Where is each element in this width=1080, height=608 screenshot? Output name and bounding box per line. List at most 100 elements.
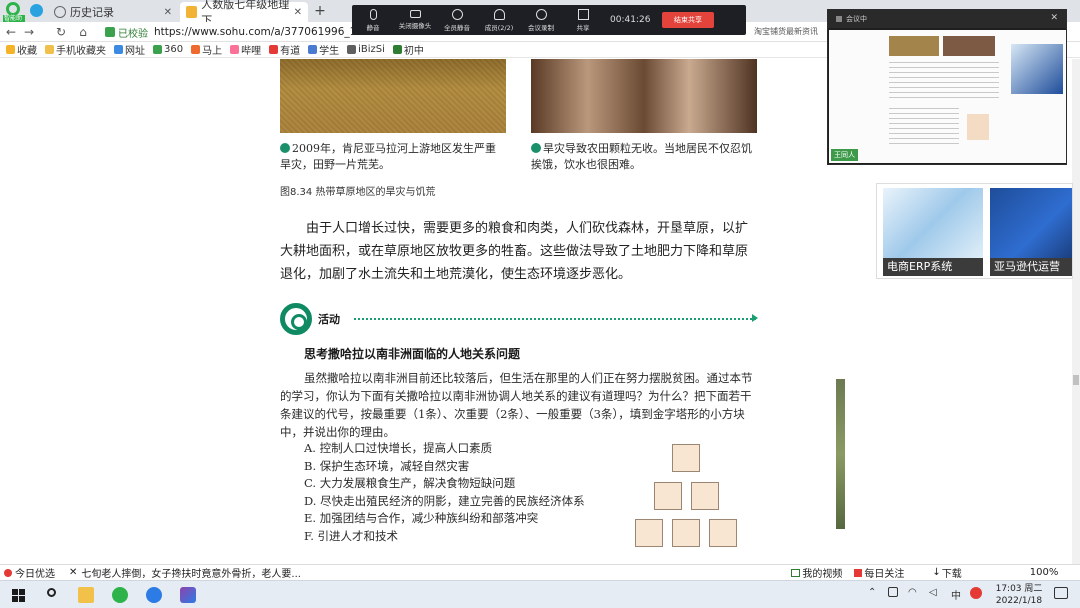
windows-taskbar: ⌃ ◠ ◁ 中 17:03 周二 2022/1/18 <box>0 580 1080 608</box>
video-icon <box>791 568 801 577</box>
shared-screen-preview: 王同人 <box>829 30 1066 163</box>
microphone-icon <box>369 8 377 20</box>
tab-history[interactable]: 历史记录 ✕ <box>48 2 178 22</box>
meeting-toolbar: 静音 关闭摄像头 全员静音 成员(2/2) 会议录制 共享 00:41:26 结… <box>352 5 746 35</box>
close-icon[interactable]: ✕ <box>294 7 302 18</box>
camera-button[interactable]: 关闭摄像头 <box>394 5 436 35</box>
site-icon <box>230 45 240 54</box>
meeting-timer: 00:41:26 <box>610 15 651 25</box>
ad-panel: 电商ERP系统 亚马逊代运营 <box>876 183 1073 279</box>
record-icon <box>535 8 547 20</box>
history-icon <box>54 6 66 18</box>
app-icon[interactable] <box>180 587 196 603</box>
search-icon[interactable] <box>44 587 60 603</box>
list-item: A. 控制人口过快增长，提高人口素质 <box>304 441 493 455</box>
telegram-icon[interactable] <box>30 4 43 17</box>
bookmark-item[interactable]: 有道 <box>269 42 300 57</box>
chevron-up-icon[interactable]: ⌃ <box>868 587 876 598</box>
globe-icon <box>114 45 123 54</box>
bookmark-item[interactable]: iBizSi <box>347 44 385 55</box>
news-headline[interactable]: 七旬老人摔倒，女子搀扶时竟意外骨折，老人要... <box>81 565 681 580</box>
caption-left: 2009年，肯尼亚马拉河上游地区发生严重旱灾，田野一片荒芜。 <box>280 142 496 171</box>
pyramid-box <box>709 519 737 547</box>
screen: 智能助手 历史记录 ✕ 人数版七年级地理下 ✕ + ← → ↻ ⌂ 已校验 ht… <box>0 0 1080 608</box>
secure-indicator[interactable]: 已校验 <box>105 25 148 40</box>
user-icon <box>493 8 505 20</box>
bookmark-item[interactable]: 初中 <box>392 42 424 57</box>
file-explorer-icon[interactable] <box>78 587 94 603</box>
site-icon <box>392 45 402 54</box>
bookmark-item[interactable]: 马上 <box>191 42 222 57</box>
end-share-button[interactable]: 结束共享 <box>662 12 714 28</box>
today-picks[interactable]: 今日优选 <box>4 565 55 580</box>
wifi-icon[interactable]: ◠ <box>908 587 917 598</box>
download-link[interactable]: ↓ 下载 <box>932 565 961 580</box>
back-icon[interactable]: ← <box>4 25 18 39</box>
download-icon: ↓ <box>932 567 941 578</box>
bookmark-item[interactable]: 收藏 <box>6 42 37 57</box>
site-icon <box>153 45 162 54</box>
forward-icon[interactable]: → <box>22 25 36 39</box>
bookmark-item[interactable]: 哔哩 <box>230 42 261 57</box>
tab-active[interactable]: 人数版七年级地理下 ✕ <box>180 0 308 27</box>
reload-icon[interactable]: ↻ <box>54 25 68 39</box>
ad-label: 亚马逊代运营 <box>990 258 1072 276</box>
video-panel[interactable]: 会议中 ✕ 王同人 <box>827 9 1067 165</box>
bookmark-item[interactable]: 360 <box>153 44 183 55</box>
mute-all-button[interactable]: 全员静音 <box>436 5 478 35</box>
shield-icon <box>105 27 115 37</box>
notification-icon[interactable] <box>1054 587 1068 599</box>
daily-focus-link[interactable]: 每日关注 <box>854 565 904 580</box>
mute-button[interactable]: 静音 <box>352 5 394 35</box>
signal-icon <box>836 16 842 22</box>
close-icon[interactable]: ✕ <box>164 7 172 18</box>
page-scrollbar[interactable] <box>1072 59 1080 564</box>
extension-info[interactable]: 淘宝铺货最新资讯 <box>754 25 824 39</box>
tray-app-icon[interactable] <box>970 587 982 599</box>
pyramid-box <box>691 482 719 510</box>
list-item: E. 加强团结与合作，减少种族纠纷和部落冲突 <box>304 511 539 525</box>
windows-start-icon[interactable] <box>10 587 26 603</box>
ad-amazon[interactable]: 亚马逊代运营 <box>990 188 1072 276</box>
clock[interactable]: 17:03 周二 2022/1/18 <box>990 583 1048 607</box>
question-title: 思考撒哈拉以南非洲面临的人地关系问题 <box>304 347 521 361</box>
members-button[interactable]: 成员(2/2) <box>478 5 520 35</box>
site-icon <box>269 45 279 54</box>
side-banner[interactable] <box>836 379 845 529</box>
close-icon[interactable]: ✕ <box>69 567 77 578</box>
video-panel-header: 会议中 <box>828 10 1066 28</box>
zoom-level[interactable]: 100% <box>1030 567 1059 578</box>
fire-icon <box>854 568 863 577</box>
question-text: 虽然撒哈拉以南非洲目前还比较落后，但生活在那里的人们正在努力摆脱贫困。通过本节的… <box>280 371 753 439</box>
ad-erp[interactable]: 电商ERP系统 <box>883 188 983 276</box>
news-bar: 今日优选 ✕ 七旬老人摔倒，女子搀扶时竟意外骨折，老人要... 我的视频 每日关… <box>0 564 1080 580</box>
browser-icon[interactable] <box>112 587 128 603</box>
children-photo <box>531 59 757 133</box>
bookmark-item[interactable]: 学生 <box>308 42 339 57</box>
site-icon <box>308 45 318 54</box>
page-favicon-icon <box>186 6 198 18</box>
ime-indicator[interactable]: 中 <box>951 587 961 602</box>
my-video-link[interactable]: 我的视频 <box>791 565 842 580</box>
bookmark-item[interactable]: 手机收藏夹 <box>45 42 106 57</box>
circle-icon <box>4 568 12 577</box>
people-icon <box>451 8 463 20</box>
record-button[interactable]: 会议录制 <box>520 5 562 35</box>
list-item: B. 保护生态环境，减轻自然灾害 <box>304 458 470 473</box>
camera-icon <box>409 10 421 18</box>
share-button[interactable]: 共享 <box>562 5 604 35</box>
url-field[interactable]: https://www.sohu.com/a/377061996_12015 <box>154 25 383 39</box>
list-item: C. 大力发展粮食生产，解决食物短缺问题 <box>304 476 516 490</box>
new-tab-icon[interactable]: + <box>312 2 328 20</box>
network-icon[interactable] <box>888 587 898 597</box>
ad-label: 电商ERP系统 <box>883 258 983 276</box>
browser-logo-icon[interactable]: 智能助手 <box>3 2 25 29</box>
meeting-app-icon[interactable] <box>146 587 162 603</box>
site-icon <box>191 45 201 54</box>
close-icon[interactable]: ✕ <box>1050 13 1058 23</box>
home-icon[interactable]: ⌂ <box>76 25 90 39</box>
arrow-icon <box>280 143 290 153</box>
volume-icon[interactable]: ◁ <box>929 587 937 598</box>
bookmark-item[interactable]: 网址 <box>114 42 145 57</box>
drought-photo <box>280 59 506 133</box>
